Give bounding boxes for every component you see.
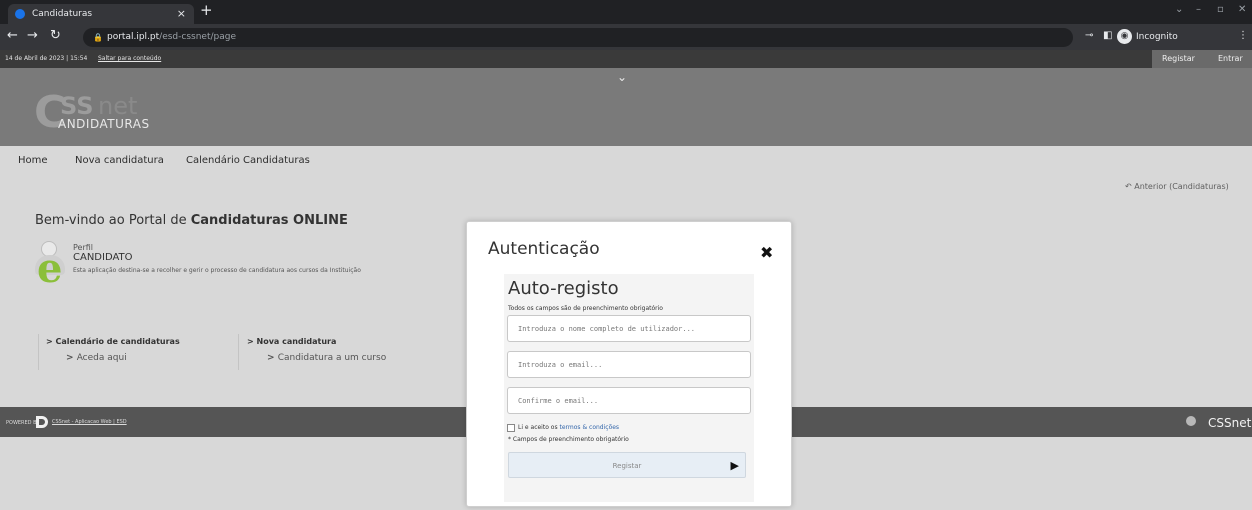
- site-top-bar: 14 de Abril de 2023 | 15:54 Saltar para …: [0, 50, 1252, 68]
- tab-title: Candidaturas: [32, 9, 93, 19]
- register-panel: Auto-registo Todos os campos são de pree…: [504, 274, 754, 502]
- profile-label: Perfil: [73, 243, 94, 252]
- minimize-icon[interactable]: –: [1196, 4, 1201, 15]
- register-link[interactable]: Registar: [1162, 50, 1195, 68]
- terms-prefix: Li e aceito os: [518, 424, 560, 431]
- logo-sub: ANDIDATURAS: [58, 117, 150, 131]
- skip-to-content-link[interactable]: Saltar para conteúdo: [98, 50, 161, 68]
- url-path: /esd-cssnet/page: [159, 32, 236, 42]
- quick-link-calendario-title: Calendário de candidaturas: [55, 337, 180, 346]
- new-tab-button[interactable]: +: [200, 1, 213, 19]
- globe-icon: [1186, 416, 1196, 426]
- lock-icon: 🔒: [93, 33, 103, 42]
- modal-title: Autenticação: [488, 239, 600, 259]
- datetime: 14 de Abril de 2023 | 15:54: [5, 55, 88, 62]
- nav-home[interactable]: Home: [18, 155, 48, 166]
- restore-icon[interactable]: ▫: [1217, 4, 1224, 15]
- profile-description: Esta aplicação destina-se a recolher e g…: [73, 267, 361, 274]
- chevron-down-icon[interactable]: ⌄: [617, 70, 627, 84]
- address-bar[interactable]: 🔒 portal.ipl.pt/esd-cssnet/page: [83, 28, 1073, 47]
- incognito-icon: ◉: [1117, 29, 1132, 44]
- terms-checkbox[interactable]: [507, 424, 515, 432]
- close-icon[interactable]: ✖: [760, 243, 773, 262]
- welcome-prefix: Bem-vindo ao Portal de: [35, 213, 191, 228]
- favicon-icon: [15, 9, 25, 19]
- back-link[interactable]: ↶ Anterior (Candidaturas): [1125, 182, 1229, 191]
- welcome-bold: Candidaturas ONLINE: [190, 213, 348, 228]
- back-arrow-icon[interactable]: ←: [7, 28, 18, 43]
- quick-link-candidatura-curso[interactable]: > Candidatura a um curso: [267, 353, 386, 363]
- profile-role: CANDIDATO: [73, 252, 133, 263]
- browser-tab-bar: Candidaturas × + ⌄ – ▫ ✕: [0, 0, 1252, 24]
- reload-icon[interactable]: ↻: [50, 28, 61, 43]
- incognito-label: Incognito: [1136, 32, 1178, 42]
- register-button[interactable]: Registar ▶: [508, 452, 746, 478]
- cssnet-logo[interactable]: C SS net ANDIDATURAS: [34, 91, 174, 136]
- quick-link-candidatura-label: Candidatura a um curso: [277, 353, 387, 363]
- quick-link-aceda-label: Aceda aqui: [76, 353, 127, 363]
- reply-arrow-icon: ↶: [1125, 182, 1135, 191]
- forward-arrow-icon[interactable]: →: [27, 28, 38, 43]
- tab-close-icon[interactable]: ×: [177, 4, 186, 24]
- nav-nova-candidatura[interactable]: Nova candidatura: [75, 155, 164, 166]
- panel-title: Auto-registo: [508, 278, 619, 299]
- translate-icon[interactable]: ◧: [1103, 30, 1112, 41]
- candidate-profile-icon: e: [33, 241, 69, 289]
- register-button-label: Registar: [612, 462, 642, 470]
- quick-link-nova-candidatura[interactable]: > Nova candidatura: [247, 337, 336, 346]
- email-field[interactable]: [507, 351, 751, 378]
- nav-calendario[interactable]: Calendário Candidaturas: [186, 155, 310, 166]
- terms-label: Li e aceito os termos & condições: [518, 424, 619, 431]
- required-footer: * Campos de preenchimento obrigatório: [508, 436, 629, 443]
- back-link-label: Anterior (Candidaturas): [1134, 182, 1229, 191]
- terms-link[interactable]: termos & condições: [559, 424, 619, 431]
- close-window-icon[interactable]: ✕: [1238, 4, 1246, 15]
- login-link[interactable]: Entrar: [1218, 50, 1243, 68]
- divider: [238, 334, 239, 370]
- auth-modal: Autenticação ✖ Auto-registo Todos os cam…: [466, 221, 792, 507]
- footer-link[interactable]: CSSnet - Aplicacao Web | ESD: [52, 419, 127, 425]
- quick-link-aceda[interactable]: > Aceda aqui: [66, 353, 127, 363]
- browser-toolbar: ← → ↻ 🔒 portal.ipl.pt/esd-cssnet/page ⊸ …: [0, 24, 1252, 50]
- logo-net: net: [98, 92, 138, 120]
- welcome-heading: Bem-vindo ao Portal de Candidaturas ONLI…: [35, 213, 348, 228]
- play-arrow-icon: ▶: [730, 459, 739, 472]
- url-host: portal.ipl.pt: [107, 32, 160, 42]
- full-name-field[interactable]: [507, 315, 751, 342]
- menu-icon[interactable]: ⋮: [1238, 30, 1248, 41]
- quick-link-calendario[interactable]: > Calendário de candidaturas: [46, 337, 180, 346]
- incognito-indicator[interactable]: ◉ Incognito: [1117, 28, 1178, 46]
- dlogo-icon: [36, 416, 48, 428]
- logo-ss: SS: [60, 92, 94, 120]
- browser-tab[interactable]: Candidaturas ×: [8, 4, 194, 24]
- footer-brand: CSSnet: [1208, 416, 1252, 430]
- tab-search-icon[interactable]: ⌄: [1175, 4, 1183, 15]
- main-nav: Home Nova candidatura Calendário Candida…: [0, 146, 1252, 180]
- quick-link-nova-title: Nova candidatura: [256, 337, 337, 346]
- powered-by: POWERED BY: [6, 420, 40, 426]
- key-icon[interactable]: ⊸: [1085, 30, 1093, 41]
- confirm-email-field[interactable]: [507, 387, 751, 414]
- required-note: Todos os campos são de preenchimento obr…: [508, 305, 663, 312]
- divider: [38, 334, 39, 370]
- site-header: ⌄ C SS net ANDIDATURAS: [0, 68, 1252, 146]
